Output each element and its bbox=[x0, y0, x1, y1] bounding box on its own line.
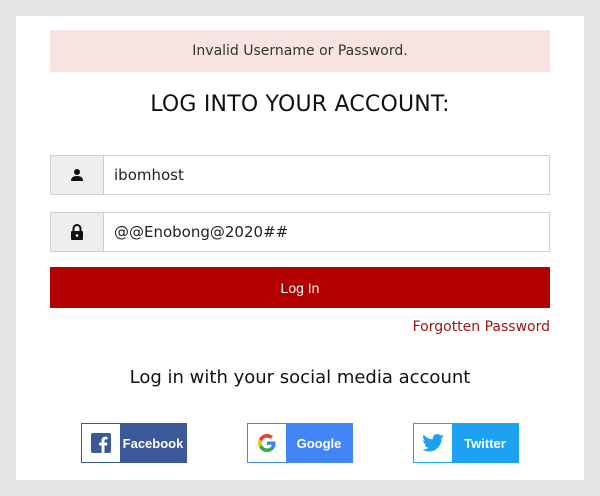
google-icon bbox=[248, 424, 286, 462]
login-card: Invalid Username or Password. LOG INTO Y… bbox=[16, 16, 584, 480]
password-field bbox=[50, 212, 550, 252]
google-label: Google bbox=[286, 424, 352, 462]
forgot-password-link[interactable]: Forgotten Password bbox=[413, 319, 550, 335]
social-login-heading: Log in with your social media account bbox=[129, 367, 471, 388]
google-login-button[interactable]: Google bbox=[247, 423, 353, 463]
lock-icon bbox=[51, 213, 104, 251]
facebook-label: Facebook bbox=[120, 424, 186, 462]
twitter-label: Twitter bbox=[452, 424, 518, 462]
twitter-icon bbox=[414, 424, 452, 462]
username-field bbox=[50, 155, 550, 195]
password-input[interactable] bbox=[104, 213, 549, 251]
user-icon bbox=[51, 156, 104, 194]
twitter-login-button[interactable]: Twitter bbox=[413, 423, 519, 463]
login-button[interactable]: Log In bbox=[50, 267, 550, 308]
error-alert: Invalid Username or Password. bbox=[50, 30, 550, 72]
facebook-login-button[interactable]: Facebook bbox=[81, 423, 187, 463]
error-alert-text: Invalid Username or Password. bbox=[192, 43, 408, 59]
facebook-icon bbox=[82, 424, 120, 462]
page-title: LOG INTO YOUR ACCOUNT: bbox=[150, 92, 450, 117]
username-input[interactable] bbox=[104, 156, 549, 194]
